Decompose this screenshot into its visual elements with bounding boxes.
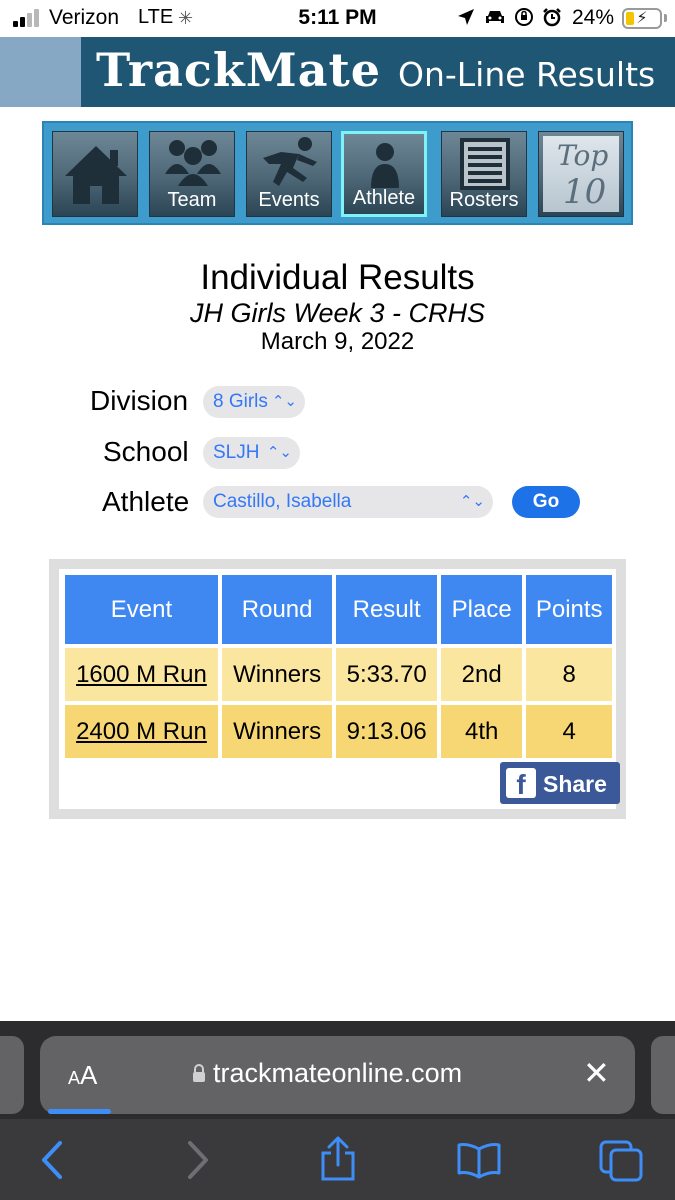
column-header-round: Round [221, 575, 333, 644]
go-button[interactable]: Go [512, 486, 580, 518]
facebook-icon: f [506, 768, 536, 800]
previous-tab-peek[interactable] [0, 1036, 24, 1114]
division-value: 8 Girls [213, 391, 268, 412]
aa-small: A [68, 1068, 81, 1088]
event-cell: 2400 M Run [65, 705, 218, 758]
nav-team-button[interactable]: Team [149, 131, 235, 217]
url-text: trackmateonline.com [213, 1058, 463, 1088]
next-tab-peek[interactable] [651, 1036, 675, 1114]
column-header-result: Result [336, 575, 437, 644]
lock-icon [193, 1064, 205, 1082]
site-banner: TrackMate On-Line Results [0, 37, 675, 107]
event-link[interactable]: 1600 M Run [76, 661, 207, 688]
column-header-points: Points [526, 575, 612, 644]
table-row: 1600 M Run Winners 5:33.70 2nd 8 [65, 648, 612, 701]
round-cell: Winners [221, 705, 333, 758]
status-bar: Verizon LTE ✳ 5:11 PM 24% ⚡ [0, 0, 675, 38]
division-select[interactable]: 8 Girls ⌃⌄ [203, 386, 305, 418]
results-panel: Event Round Result Place Points 1600 M R… [49, 559, 626, 819]
results-header-row: Event Round Result Place Points [65, 575, 612, 644]
forward-icon[interactable] [184, 1139, 212, 1181]
facebook-share-button[interactable]: f Share [500, 762, 620, 804]
school-label: School [103, 436, 189, 467]
meet-date: March 9, 2022 [260, 328, 415, 355]
event-cell: 1600 M Run [65, 648, 218, 701]
location-icon [458, 9, 474, 25]
battery-nub [664, 14, 667, 22]
alarm-icon [543, 8, 561, 27]
aa-large: A [80, 1060, 98, 1090]
top-10-text-top: Top [557, 139, 609, 172]
school-select[interactable]: SLJH ⌃⌄ [203, 437, 300, 469]
runner-icon [263, 137, 317, 186]
nav-label: Events [258, 189, 320, 211]
chevron-updown-icon: ⌃⌄ [271, 393, 297, 410]
page-load-progress [48, 1109, 111, 1114]
meet-name: JH Girls Week 3 - CRHS [189, 298, 486, 328]
nav-label: Team [167, 189, 217, 211]
nav-home-button[interactable] [52, 131, 138, 217]
nav-top-10-button[interactable]: Top 10 [538, 131, 624, 217]
top-10-text-number: 10 [563, 172, 607, 212]
top-10-icon: Top 10 [543, 136, 619, 212]
column-header-event: Event [65, 575, 218, 644]
home-icon [65, 146, 127, 204]
column-header-place: Place [440, 575, 523, 644]
bookmarks-icon[interactable] [456, 1141, 502, 1179]
nav-athlete-button[interactable]: Athlete [341, 131, 427, 217]
back-icon[interactable] [38, 1139, 66, 1181]
car-icon [486, 11, 504, 23]
banner-accent [0, 37, 81, 107]
nav-label: Rosters [449, 189, 519, 211]
orientation-lock-icon [515, 8, 533, 26]
team-icon [165, 140, 221, 186]
results-inner: Event Round Result Place Points 1600 M R… [59, 569, 620, 809]
points-cell: 8 [526, 648, 612, 701]
browser-toolbar [0, 1119, 675, 1200]
address-bar[interactable]: AA trackmateonline.com ✕ [40, 1036, 635, 1114]
table-row: 2400 M Run Winners 9:13.06 4th 4 [65, 705, 612, 758]
place-cell: 2nd [440, 648, 523, 701]
chevron-updown-icon: ⌃⌄ [266, 444, 292, 461]
page-title: Individual Results [200, 258, 475, 297]
page-settings-button[interactable]: AA [68, 1060, 97, 1091]
status-icons [456, 7, 562, 27]
tabs-icon[interactable] [598, 1139, 644, 1183]
banner-subtitle: On-Line Results [398, 55, 656, 94]
nav-rosters-button[interactable]: Rosters [441, 131, 527, 217]
result-cell: 9:13.06 [336, 705, 437, 758]
battery-icon: ⚡ [622, 8, 662, 29]
athlete-select[interactable]: Castillo, Isabella ⌃⌄ [203, 486, 493, 518]
share-label: Share [543, 771, 607, 797]
place-cell: 4th [440, 705, 523, 758]
charging-bolt-icon: ⚡ [636, 10, 648, 27]
nav-label: Athlete [352, 187, 416, 209]
nav-events-button[interactable]: Events [246, 131, 332, 217]
chevron-updown-icon: ⌃⌄ [459, 493, 485, 510]
close-icon[interactable]: ✕ [583, 1054, 610, 1092]
banner-title: TrackMate [96, 43, 382, 97]
athlete-value: Castillo, Isabella [213, 491, 352, 512]
battery-percent: 24% [572, 6, 615, 29]
main-nav: Team Events Athlete Rosters Top 10 [42, 121, 633, 225]
result-cell: 5:33.70 [336, 648, 437, 701]
share-icon[interactable] [318, 1135, 358, 1183]
round-cell: Winners [221, 648, 333, 701]
school-value: SLJH [213, 442, 260, 463]
roster-list-icon [460, 138, 510, 190]
event-link[interactable]: 2400 M Run [76, 718, 207, 745]
points-cell: 4 [526, 705, 612, 758]
division-label: Division [90, 385, 189, 416]
results-table: Event Round Result Place Points 1600 M R… [61, 571, 616, 762]
athlete-label: Athlete [102, 486, 190, 517]
